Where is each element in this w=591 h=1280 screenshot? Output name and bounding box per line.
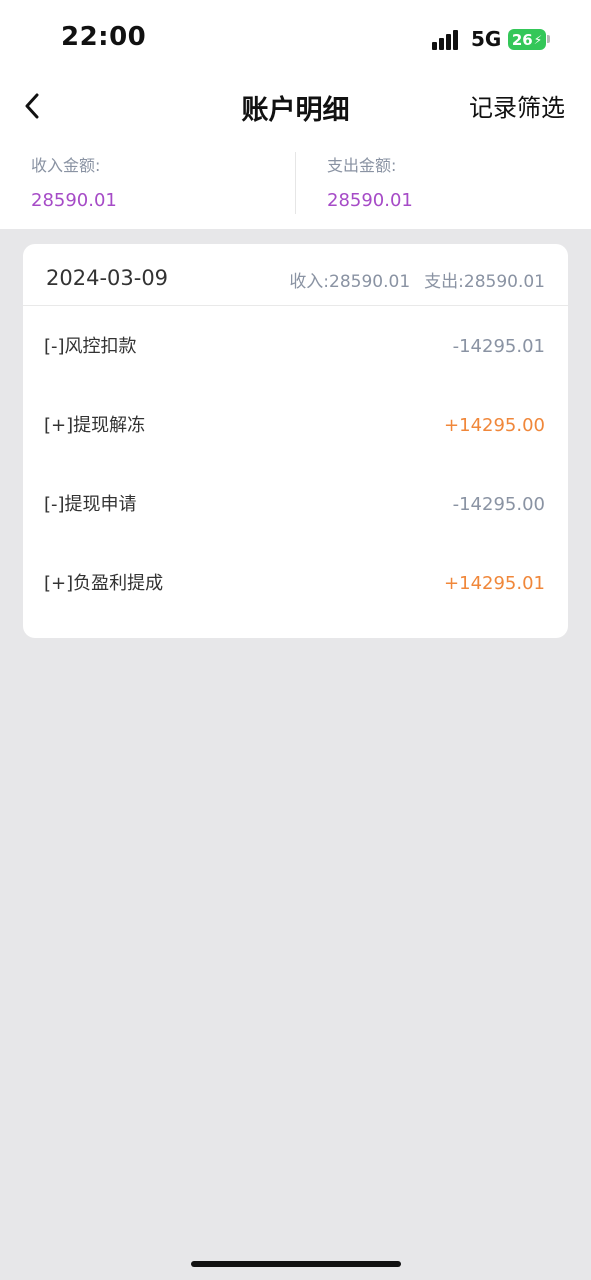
nav-bar: 账户明细 记录筛选 <box>0 78 591 134</box>
summary-divider <box>295 152 296 214</box>
expense-value: 28590.01 <box>327 190 413 211</box>
day-totals: 收入:28590.01 支出:28590.01 <box>289 267 545 292</box>
day-expense-total: 支出:28590.01 <box>424 272 545 292</box>
network-type: 5G <box>471 27 502 51</box>
record-label: [-]风控扣款 <box>44 336 137 357</box>
record-filter-button[interactable]: 记录筛选 <box>469 88 565 123</box>
record-label: [-]提现申请 <box>44 494 137 515</box>
record-row[interactable]: [-]提现申请 -14295.00 <box>23 465 568 544</box>
cellular-signal-icon <box>432 30 464 50</box>
record-label: [+]负盈利提成 <box>44 573 164 594</box>
record-amount: +14295.01 <box>444 573 545 594</box>
record-label: [+]提现解冻 <box>44 415 146 436</box>
income-value: 28590.01 <box>31 190 117 211</box>
record-amount: +14295.00 <box>444 415 545 436</box>
home-indicator[interactable] <box>191 1261 401 1267</box>
battery-icon: 26 ⚡︎ <box>508 29 546 50</box>
record-amount: -14295.00 <box>452 494 545 515</box>
battery-level: 26 <box>511 30 533 49</box>
day-income-total: 收入:28590.01 <box>289 272 411 292</box>
record-row[interactable]: [+]负盈利提成 +14295.01 <box>23 544 568 623</box>
expense-label: 支出金额: <box>327 156 397 175</box>
record-row[interactable]: [-]风控扣款 -14295.01 <box>23 307 568 386</box>
day-date: 2024-03-09 <box>46 266 169 290</box>
record-row[interactable]: [+]提现解冻 +14295.00 <box>23 386 568 465</box>
day-header: 2024-03-09 收入:28590.01 支出:28590.01 <box>23 244 568 306</box>
battery-tip <box>547 35 550 43</box>
record-amount: -14295.01 <box>452 336 545 357</box>
header-area: 22:00 5G 26 ⚡︎ 账户明细 记录筛选 收入金额: 28590.01 <box>0 0 591 229</box>
status-bar: 22:00 5G 26 ⚡︎ <box>0 0 591 78</box>
amount-summary: 收入金额: 28590.01 支出金额: 28590.01 <box>0 152 591 214</box>
income-summary: 收入金额: 28590.01 <box>31 152 117 211</box>
day-record-card: 2024-03-09 收入:28590.01 支出:28590.01 [-]风控扣… <box>23 244 568 638</box>
income-label: 收入金额: <box>31 156 101 175</box>
expense-summary: 支出金额: 28590.01 <box>327 152 413 211</box>
status-time: 22:00 <box>61 22 147 52</box>
